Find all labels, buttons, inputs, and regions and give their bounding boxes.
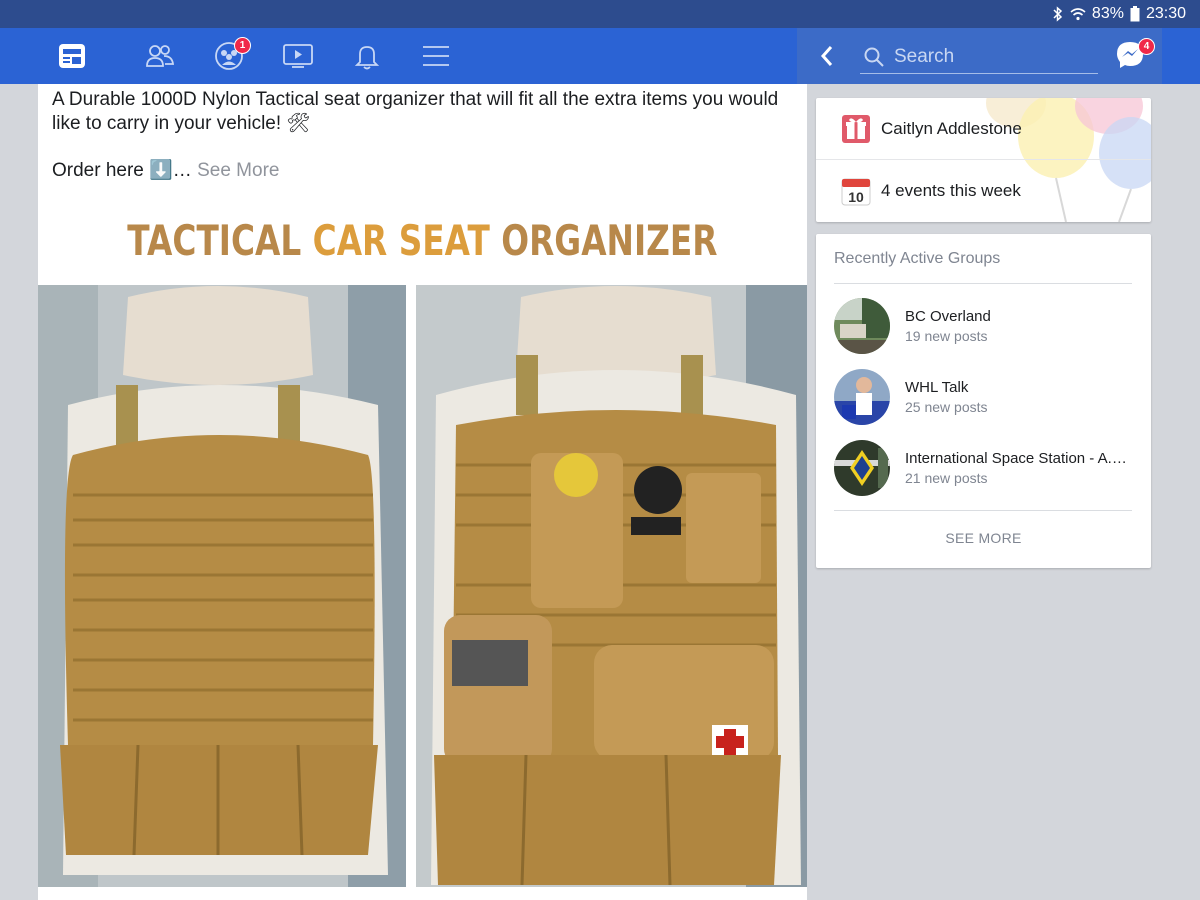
order-line: Order here ⬇️… See More bbox=[52, 158, 279, 182]
group-item[interactable]: International Space Station - A.R.I.S.S.… bbox=[834, 440, 1134, 498]
groups-badge: 1 bbox=[234, 37, 251, 54]
tab-groups[interactable]: 1 bbox=[194, 28, 263, 84]
post-text-line: A Durable 1000D Nylon Tactical seat orga… bbox=[52, 89, 779, 110]
shortcuts-card: Caitlyn Addlestone 10 4 events this week bbox=[816, 98, 1151, 222]
events-row[interactable]: 10 4 events this week bbox=[816, 160, 1151, 222]
image-title-word: ORGANIZER bbox=[501, 216, 718, 265]
hamburger-icon bbox=[422, 46, 449, 66]
birthday-name: Caitlyn Addlestone bbox=[881, 119, 1022, 138]
wifi-icon bbox=[1070, 7, 1086, 21]
friends-icon bbox=[145, 45, 174, 67]
divider bbox=[834, 510, 1132, 511]
seat-organizer-plain-image bbox=[38, 285, 406, 887]
see-more-groups-button[interactable]: SEE MORE bbox=[816, 530, 1151, 546]
events-label: 4 events this week bbox=[881, 181, 1021, 200]
news-feed-icon bbox=[59, 44, 85, 68]
tab-notifications[interactable] bbox=[332, 28, 401, 84]
gift-icon bbox=[842, 115, 870, 143]
post-text-line: like to carry in your vehicle! 🛠 bbox=[52, 113, 311, 134]
battery-percent: 83% bbox=[1091, 5, 1124, 22]
seat-organizer-loaded-image bbox=[416, 285, 807, 887]
chevron-left-icon bbox=[820, 46, 833, 66]
divider bbox=[834, 283, 1132, 284]
bluetooth-icon bbox=[1052, 6, 1064, 22]
group-avatar bbox=[834, 369, 890, 425]
image-title-word: TACTICAL bbox=[127, 216, 302, 265]
search-icon bbox=[864, 47, 884, 67]
group-new-posts: 21 new posts bbox=[905, 470, 988, 486]
clock: 23:30 bbox=[1145, 5, 1186, 22]
post-body: A Durable 1000D Nylon Tactical seat orga… bbox=[52, 88, 792, 136]
battery-icon bbox=[1130, 6, 1140, 22]
calendar-icon: 10 bbox=[841, 178, 871, 206]
group-name: International Space Station - A.R.I.S.S. bbox=[905, 450, 1130, 467]
groups-title: Recently Active Groups bbox=[834, 250, 1001, 267]
group-name: WHL Talk bbox=[905, 379, 969, 396]
group-item[interactable]: WHL Talk 25 new posts bbox=[834, 369, 1134, 427]
top-nav: 1 Search 4 bbox=[0, 28, 1200, 84]
status-bar: 83% 23:30 bbox=[0, 0, 1200, 28]
group-name: BC Overland bbox=[905, 308, 991, 325]
product-photo-plain[interactable] bbox=[38, 285, 406, 887]
birthday-row[interactable]: Caitlyn Addlestone bbox=[816, 98, 1151, 160]
bell-icon bbox=[354, 46, 379, 70]
search-bar-area: Search 4 bbox=[797, 28, 1162, 84]
post-card: A Durable 1000D Nylon Tactical seat orga… bbox=[38, 84, 807, 900]
recent-groups-card: Recently Active Groups BC Overland 19 ne… bbox=[816, 234, 1151, 568]
group-item[interactable]: BC Overland 19 new posts bbox=[834, 298, 1134, 356]
group-avatar bbox=[834, 440, 890, 496]
calendar-day: 10 bbox=[848, 189, 864, 205]
tab-watch[interactable] bbox=[263, 28, 332, 84]
search-input[interactable]: Search bbox=[860, 40, 1098, 74]
tab-news-feed[interactable] bbox=[56, 28, 88, 84]
tab-friends[interactable] bbox=[125, 28, 194, 84]
back-button[interactable] bbox=[813, 42, 841, 70]
messenger-badge: 4 bbox=[1138, 38, 1155, 55]
product-photo-loaded[interactable] bbox=[416, 285, 807, 887]
group-avatar bbox=[834, 298, 890, 354]
video-icon bbox=[282, 44, 313, 68]
group-new-posts: 25 new posts bbox=[905, 399, 988, 415]
search-placeholder: Search bbox=[894, 45, 955, 67]
see-more-link[interactable]: See More bbox=[197, 160, 279, 181]
image-title-word: CAR SEAT bbox=[312, 216, 490, 265]
image-title: TACTICAL CAR SEAT ORGANIZER bbox=[122, 216, 722, 265]
order-text: Order here ⬇️… bbox=[52, 160, 192, 181]
group-new-posts: 19 new posts bbox=[905, 328, 988, 344]
tab-menu[interactable] bbox=[401, 28, 470, 84]
